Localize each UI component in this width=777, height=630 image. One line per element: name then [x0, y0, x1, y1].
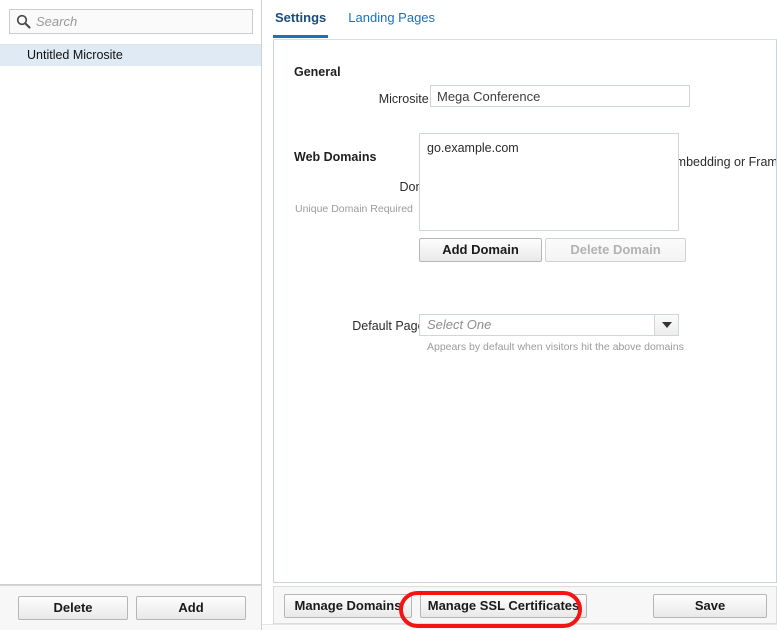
- add-domain-button[interactable]: Add Domain: [419, 238, 542, 262]
- general-section-title: General: [294, 65, 341, 79]
- settings-content-panel: General Microsite Name: Allow Embedding …: [273, 40, 777, 583]
- default-page-label: Default Page:: [352, 319, 428, 333]
- delete-button[interactable]: Delete: [18, 596, 128, 620]
- default-page-helper-text: Appears by default when visitors hit the…: [427, 341, 684, 353]
- window-footer-strip: [262, 624, 777, 630]
- chevron-down-icon[interactable]: [654, 315, 678, 335]
- main-panel: Settings Landing Pages General Microsite…: [262, 0, 777, 630]
- sidebar: Untitled Microsite Delete Add: [0, 0, 262, 630]
- tab-bar: Settings Landing Pages: [273, 10, 455, 40]
- manage-domains-button[interactable]: Manage Domains: [284, 594, 412, 618]
- default-page-selected-value: Select One: [427, 317, 492, 332]
- sidebar-footer: Delete Add: [0, 585, 261, 630]
- web-domains-section-title: Web Domains: [294, 150, 377, 164]
- manage-ssl-certificates-button[interactable]: Manage SSL Certificates: [420, 594, 587, 618]
- list-item[interactable]: Untitled Microsite: [0, 45, 261, 66]
- save-button[interactable]: Save: [653, 594, 767, 618]
- default-page-dropdown[interactable]: Select One: [419, 314, 679, 336]
- domain-list-textarea[interactable]: go.example.com: [419, 133, 679, 231]
- tab-settings[interactable]: Settings: [273, 10, 329, 38]
- add-button[interactable]: Add: [136, 596, 246, 620]
- domain-entry: go.example.com: [427, 141, 519, 155]
- tab-landing-pages[interactable]: Landing Pages: [346, 10, 437, 35]
- microsite-settings-window: Untitled Microsite Delete Add Settings L…: [0, 0, 777, 630]
- search-input[interactable]: [36, 11, 252, 32]
- unique-domain-helper-text: Unique Domain Required: [295, 203, 413, 215]
- delete-domain-button: Delete Domain: [545, 238, 686, 262]
- microsite-name-field[interactable]: [430, 85, 690, 107]
- action-bar: Manage Domains Manage SSL Certificates S…: [273, 586, 777, 624]
- microsite-list[interactable]: Untitled Microsite: [0, 44, 261, 585]
- search-box[interactable]: [9, 9, 253, 34]
- list-item-label: Untitled Microsite: [27, 48, 123, 62]
- search-icon: [10, 10, 36, 33]
